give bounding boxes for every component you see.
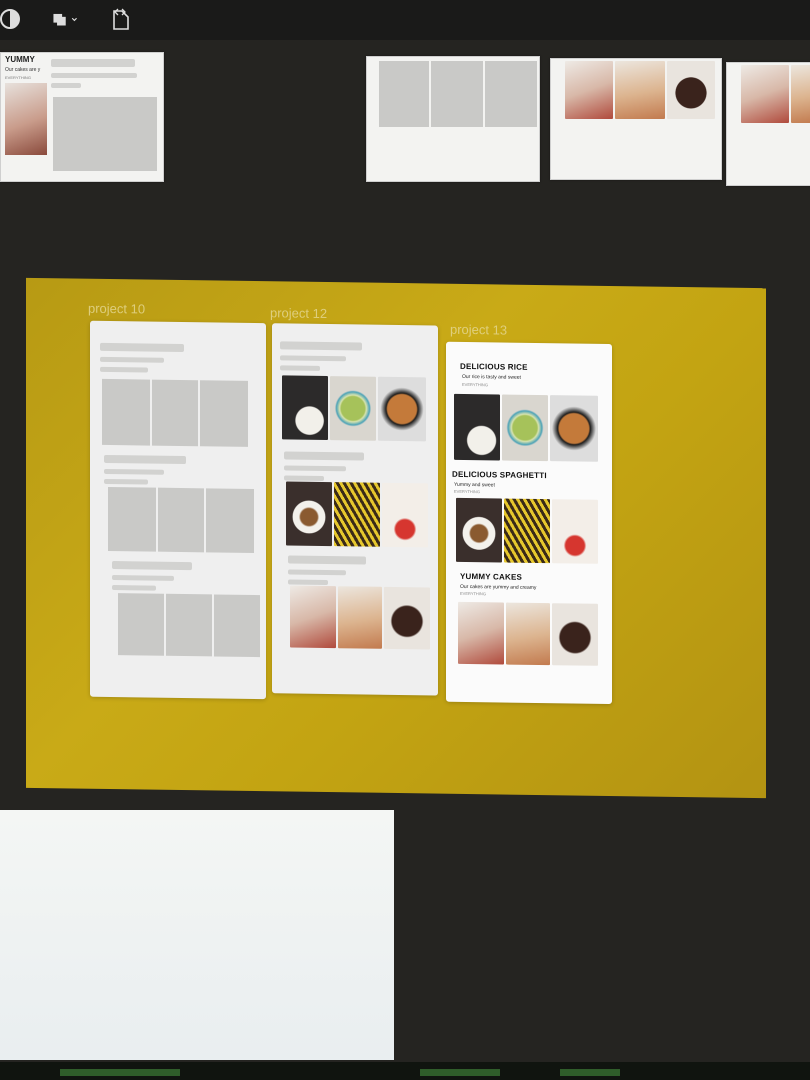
placeholder-block [53,97,157,171]
placeholder-block [206,488,254,554]
thumbnail-subtitle: Our cakes are y [5,67,41,73]
contrast-icon[interactable] [0,6,26,32]
placeholder-block [166,593,212,657]
placeholder-block [108,486,156,552]
thumbnail-small-text: EVERYTHING [5,75,31,80]
rice-salad-image [502,394,548,462]
placeholder-line [104,468,164,475]
section-small-text: EVERYTHING [460,590,486,597]
spaghetti-image [456,497,502,563]
placeholder-line [280,341,362,351]
dessert-image [615,61,665,119]
placeholder-block [118,593,164,656]
page-thumbnail[interactable] [726,62,810,186]
placeholder-line [112,561,192,571]
section-title: DELICIOUS RICE [460,361,528,372]
project-label[interactable]: project 13 [450,322,507,338]
placeholder-block [152,379,198,447]
section-subtitle: Our cakes are yummy and creamy [460,583,537,591]
project-card[interactable]: DELICIOUS RICE Our rice is tasty and swe… [446,341,612,705]
dessert-image [791,65,810,123]
placeholder-line [51,83,81,88]
thumbnail-title: YUMMY [5,55,35,64]
fried-rice-image [378,376,426,442]
project-label[interactable]: project 10 [88,301,145,317]
placeholder-line [100,366,148,373]
screen-bottom-bar [0,1062,810,1080]
pasta-image [504,498,550,564]
section-subtitle: Our rice is tasty and sweet [462,373,521,381]
design-canvas[interactable]: YUMMY Our cakes are y EVERYTHING project… [0,40,810,1080]
page-thumbnail[interactable]: YUMMY Our cakes are y EVERYTHING [0,52,164,182]
status-segment [420,1069,500,1076]
status-segment [560,1069,620,1076]
placeholder-line [112,585,156,591]
status-segment [60,1069,180,1076]
rice-image [454,393,500,461]
page-thumbnail[interactable] [550,58,722,180]
blank-page-thumbnail[interactable] [0,810,394,1060]
placeholder-line [280,355,346,362]
artboard-frame[interactable]: project 10 project 12 project 13 DELICIO… [26,277,766,799]
chocolate-cake-image [384,586,430,650]
rice-salad-image [330,376,376,441]
placeholder-line [112,575,174,581]
cake-image [458,601,504,665]
chocolate-cake-image [667,61,715,119]
project-card[interactable] [272,323,438,696]
placeholder-line [288,555,366,565]
project-label[interactable]: project 12 [270,305,327,321]
placeholder-line [284,475,324,481]
placeholder-line [51,73,137,78]
placeholder-line [284,451,364,461]
placeholder-line [284,465,346,472]
placeholder-line [288,579,328,586]
placeholder-line [280,365,320,371]
placeholder-block [158,487,204,553]
spaghetti-image [286,481,332,547]
dessert-image [338,586,382,649]
placeholder-line [51,59,135,67]
section-subtitle: Yummy and sweet [454,481,495,489]
placeholder-block [431,61,483,127]
placeholder-line [100,342,184,353]
placeholder-line [104,478,148,485]
cake-image [741,65,789,123]
pages-icon[interactable] [52,6,78,32]
placeholder-line [104,454,186,465]
top-toolbar [0,0,810,40]
dessert-image [506,602,550,666]
section-small-text: EVERYTHING [462,381,488,388]
sauce-image [552,499,598,564]
cake-image [290,585,336,649]
sauce-image [382,482,428,548]
cake-image [5,83,47,155]
fried-rice-image [550,395,598,462]
cake-image [565,61,613,119]
page-thumbnail[interactable] [366,56,540,182]
placeholder-line [100,356,164,363]
rice-image [282,375,328,441]
placeholder-block [200,380,248,447]
placeholder-line [288,569,346,576]
placeholder-block [214,594,260,658]
placeholder-block [102,378,150,446]
chocolate-cake-image [552,603,598,666]
pasta-image [334,482,380,547]
placeholder-block [485,61,537,127]
placeholder-block [379,61,429,127]
section-title: DELICIOUS SPAGHETTI [452,469,547,481]
code-icon[interactable] [108,6,134,32]
section-title: YUMMY CAKES [460,571,523,582]
section-small-text: EVERYTHING [454,488,480,495]
project-card[interactable] [90,320,266,700]
